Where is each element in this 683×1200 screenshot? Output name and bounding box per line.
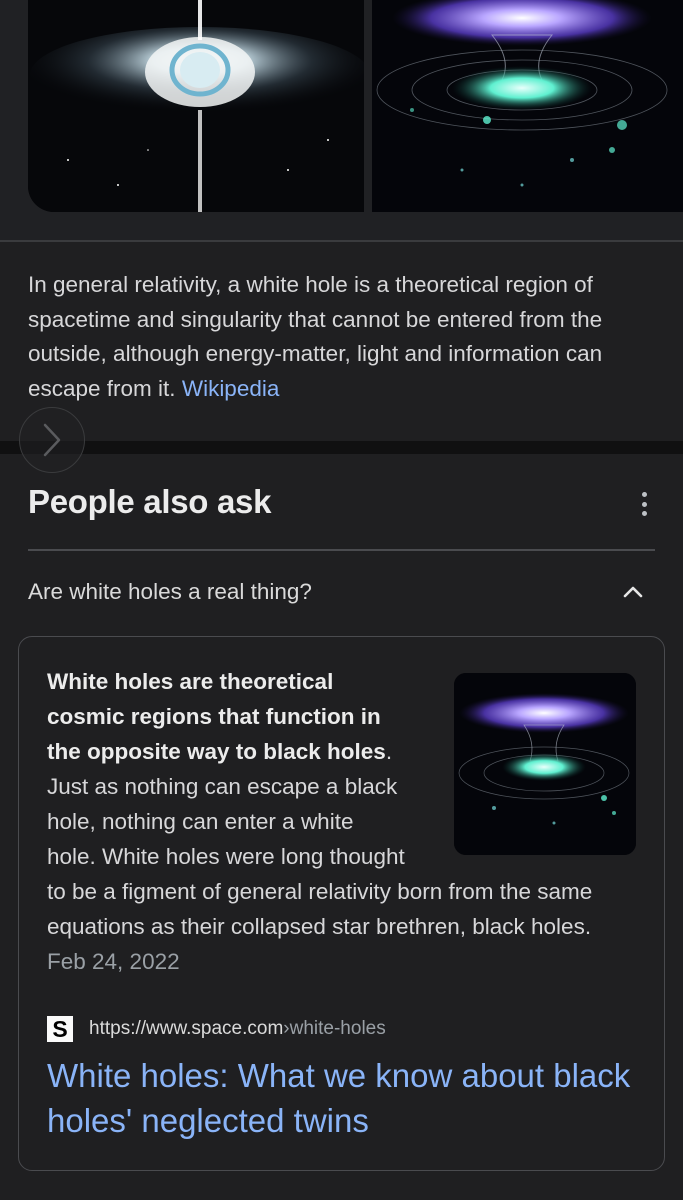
result-title-link[interactable]: White holes: What we know about black ho… — [47, 1053, 637, 1143]
wikipedia-link[interactable]: Wikipedia — [182, 376, 280, 401]
paa-question[interactable]: Are white holes a real thing? — [28, 579, 312, 605]
description-text: In general relativity, a white hole is a… — [28, 272, 603, 401]
knowledge-description: In general relativity, a white hole is a… — [28, 268, 658, 406]
section-divider — [0, 240, 683, 242]
source-row[interactable]: S https://www.space.com › white-holes — [47, 1014, 386, 1044]
wormhole-funnel-image[interactable] — [372, 0, 683, 212]
paa-answer-text: White holes are theoretical cosmic regio… — [47, 669, 593, 974]
more-vert-icon[interactable] — [632, 488, 656, 520]
section-separator-band — [0, 441, 683, 454]
answer-highlight: White holes are theoretical cosmic regio… — [47, 669, 386, 764]
source-url[interactable]: https://www.space.com — [89, 1018, 283, 1040]
paa-answer-card: White holes are theoretical cosmic regio… — [18, 636, 665, 1171]
chevron-right-icon — [43, 423, 61, 457]
paa-question-row[interactable]: Are white holes a real thing? — [28, 574, 655, 614]
space-favicon-icon: S — [47, 1016, 73, 1042]
paa-divider — [28, 549, 655, 551]
carousel-next-button[interactable] — [19, 407, 85, 473]
chevron-up-icon[interactable] — [621, 580, 645, 604]
answer-date: Feb 24, 2022 — [47, 949, 180, 974]
white-hole-artwork-image[interactable] — [28, 0, 364, 212]
source-path[interactable]: white-holes — [290, 1018, 386, 1040]
people-also-ask-title: People also ask — [28, 483, 272, 520]
image-carousel — [0, 0, 683, 240]
